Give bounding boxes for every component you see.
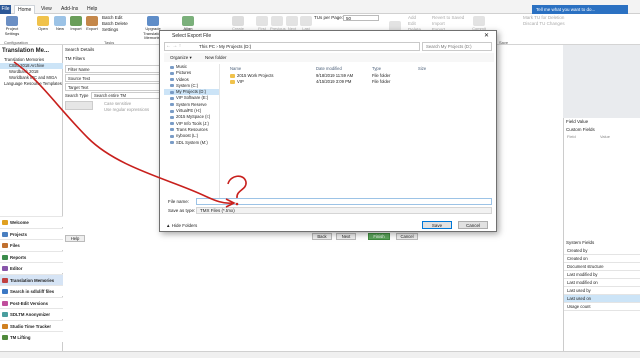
question-mark-icon — [227, 175, 247, 199]
annotation-overlay — [13, 61, 247, 208]
status-bar — [0, 351, 640, 358]
question-mark-dot — [235, 202, 239, 206]
annotation-arrow — [13, 61, 233, 204]
